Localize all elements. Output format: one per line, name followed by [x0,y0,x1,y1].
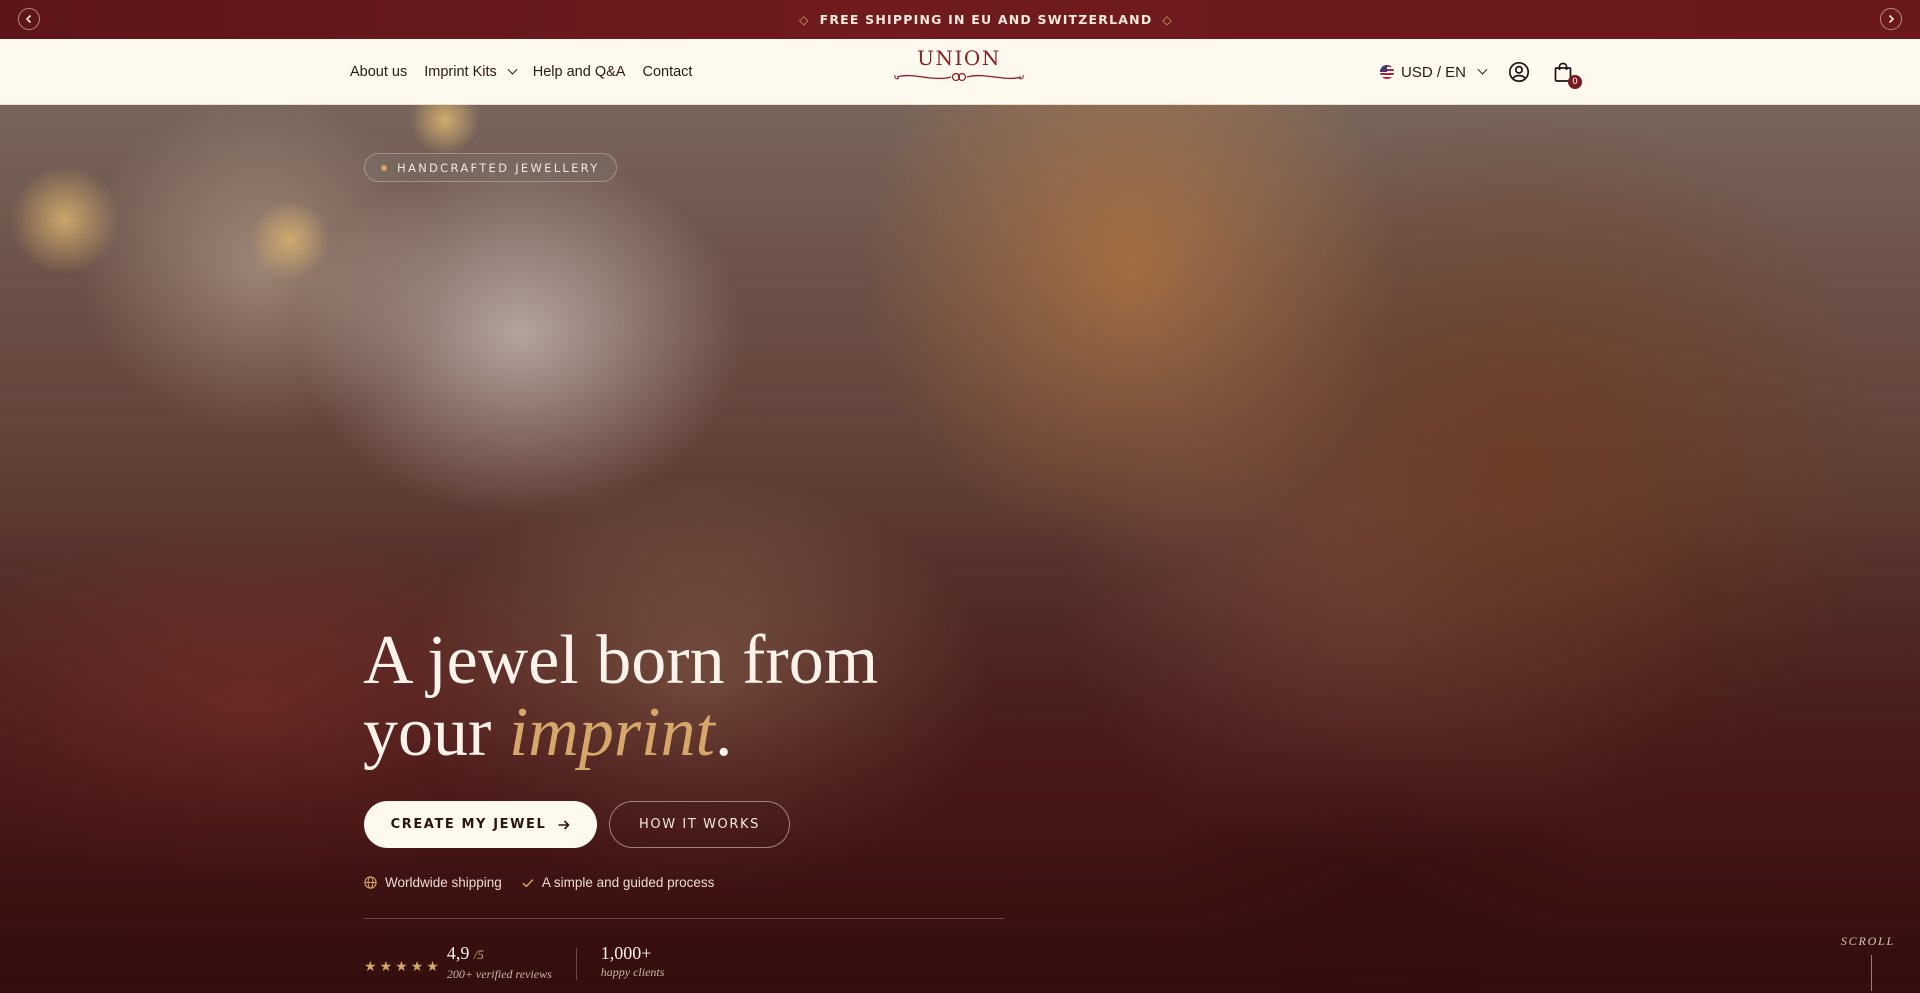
rating-caption: 200+ verified reviews [446,967,552,981]
headline-line2-prefix: your [363,694,509,771]
announcement-bar: ◇ FREE SHIPPING IN EU AND SWITZERLAND ◇ [0,0,1920,39]
hero-features: Worldwide shipping A simple and guided p… [364,875,734,890]
user-icon [1508,61,1530,83]
currency-label: USD / EN [1401,63,1467,81]
logo-ornament-icon [894,72,1024,82]
clients-stat: 1,000+ happy clients [601,942,665,980]
headline-line1: A jewel born from [363,622,879,699]
rating-value-line: 4,9 /5 [447,942,552,966]
us-flag-icon [1380,65,1394,79]
star-icon: ★ [410,958,424,974]
hero-stats: ★ ★ ★ ★ ★ 4,9 /5 200+ verified reviews 1… [364,942,664,982]
chevron-down-icon [1477,64,1488,75]
nav-imprint-kits[interactable]: Imprint Kits [424,64,518,80]
rating-value: 4,9 [446,943,470,963]
announcement-prev-button[interactable] [18,8,40,30]
check-icon [522,878,534,887]
nav-help-qa[interactable]: Help and Q&A [533,64,626,80]
chevron-down-icon [507,64,518,75]
headline-suffix: . [714,694,733,771]
feature-label: A simple and guided process [541,875,715,890]
header-actions: USD / EN 0 [1380,39,1583,105]
announcement-next-button[interactable] [1880,8,1902,30]
hero-divider [364,918,1004,919]
chevron-right-icon [1888,14,1895,24]
feature-worldwide-shipping: Worldwide shipping [364,875,502,890]
diamond-icon: ◇ [1162,12,1173,27]
arrow-right-icon [558,819,571,830]
cta-primary-label: CREATE MY JEWEL [390,817,547,832]
nav-label: Imprint Kits [424,64,497,80]
announcement-text: FREE SHIPPING IN EU AND SWITZERLAND [819,12,1153,27]
nav-contact[interactable]: Contact [642,64,692,80]
create-my-jewel-button[interactable]: CREATE MY JEWEL [364,801,597,848]
stats-separator [575,948,577,980]
currency-language-selector[interactable]: USD / EN [1380,63,1488,81]
globe-icon [364,876,377,889]
site-header: About us Imprint Kits Help and Q&A Conta… [0,39,1920,105]
how-it-works-button[interactable]: HOW IT WORKS [609,801,790,848]
diamond-icon: ◇ [799,12,810,27]
account-button[interactable] [1508,61,1530,83]
cart-count-badge: 0 [1568,75,1583,89]
cart-button[interactable]: 0 [1552,61,1583,89]
badge-dot-icon [381,164,387,171]
hero-section: HANDCRAFTED JEWELLERY A jewel born from … [0,105,1920,993]
chevron-left-icon [25,14,32,24]
star-icon: ★ [426,958,439,974]
announcement-message: ◇ FREE SHIPPING IN EU AND SWITZERLAND ◇ [799,12,1173,27]
feature-guided-process: A simple and guided process [522,875,715,890]
feature-label: Worldwide shipping [385,875,502,890]
hero-background-overlay [0,105,1920,993]
star-icon: ★ [379,958,393,974]
rating-stat: 4,9 /5 200+ verified reviews [447,942,552,982]
nav-label: Contact [642,64,693,80]
nav-label: Help and Q&A [532,64,626,80]
logo-text: UNION [917,46,1001,70]
scroll-indicator-label: SCROLL [1840,934,1895,948]
cta-secondary-label: HOW IT WORKS [639,817,760,832]
nav-about-us[interactable]: About us [350,64,407,80]
headline-accent: imprint [508,694,715,771]
clients-caption: happy clients [600,965,665,979]
hero-headline: A jewel born from your imprint. [363,625,983,769]
nav-label: About us [350,64,408,80]
main-nav: About us Imprint Kits Help and Q&A Conta… [350,39,709,105]
clients-value: 1,000+ [600,943,652,963]
star-icon: ★ [395,958,408,974]
badge-text: HANDCRAFTED JEWELLERY [397,160,600,175]
rating-stars: ★ ★ ★ ★ ★ [364,959,439,973]
site-logo[interactable]: UNION [893,47,1025,97]
scroll-indicator-line [1871,955,1872,991]
rating-scale: /5 [473,947,484,962]
star-icon: ★ [364,958,377,974]
hero-badge: HANDCRAFTED JEWELLERY [364,153,617,182]
